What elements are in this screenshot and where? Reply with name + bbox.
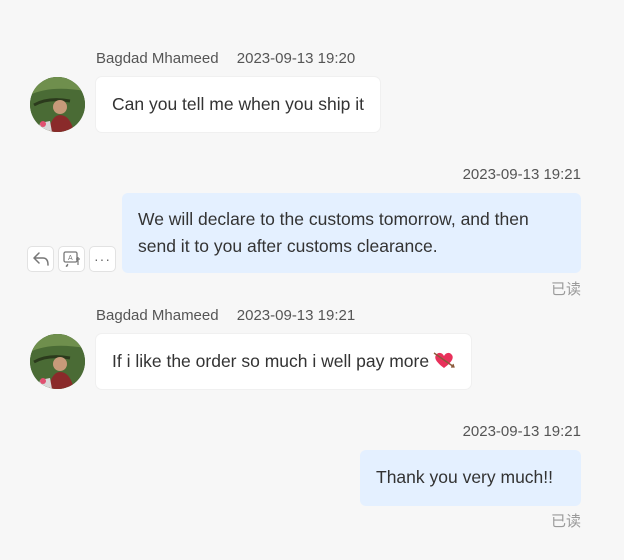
message-timestamp: 2023-09-13 19:21	[462, 166, 581, 183]
message-header: Bagdad Mhameed 2023-09-13 19:20	[96, 50, 355, 67]
read-status: 已读	[550, 513, 581, 530]
svg-text:A: A	[68, 255, 73, 262]
message-timestamp: 2023-09-13 19:21	[462, 423, 581, 440]
message-bubble[interactable]: Thank you very much!!	[360, 450, 581, 506]
message-bubble[interactable]: If i like the order so much i well pay m…	[96, 334, 472, 389]
message-text-line: send it to you after customs clearance.	[138, 236, 438, 256]
message-timestamp: 2023-09-13 19:20	[236, 50, 356, 67]
read-status: 已读	[550, 281, 581, 298]
sender-name: Bagdad Mhameed	[96, 50, 219, 67]
avatar[interactable]	[30, 334, 85, 389]
message-text: If i like the order so much i well pay m…	[112, 351, 430, 371]
reply-icon[interactable]	[27, 246, 54, 272]
translate-icon[interactable]: A	[58, 246, 85, 272]
avatar[interactable]	[30, 77, 85, 132]
message-actions: A ···	[27, 246, 116, 272]
sender-name: Bagdad Mhameed	[96, 307, 219, 324]
message-text-line: We will declare to the customs tomorrow,…	[138, 209, 529, 229]
message-bubble[interactable]: We will declare to the customs tomorrow,…	[122, 193, 581, 273]
heart-with-arrow-icon	[433, 350, 455, 378]
message-bubble[interactable]: Can you tell me when you ship it	[96, 77, 380, 132]
more-label: ···	[94, 251, 111, 267]
more-icon[interactable]: ···	[89, 246, 116, 272]
message-header: Bagdad Mhameed 2023-09-13 19:21	[96, 307, 355, 324]
message-timestamp: 2023-09-13 19:21	[236, 307, 356, 324]
